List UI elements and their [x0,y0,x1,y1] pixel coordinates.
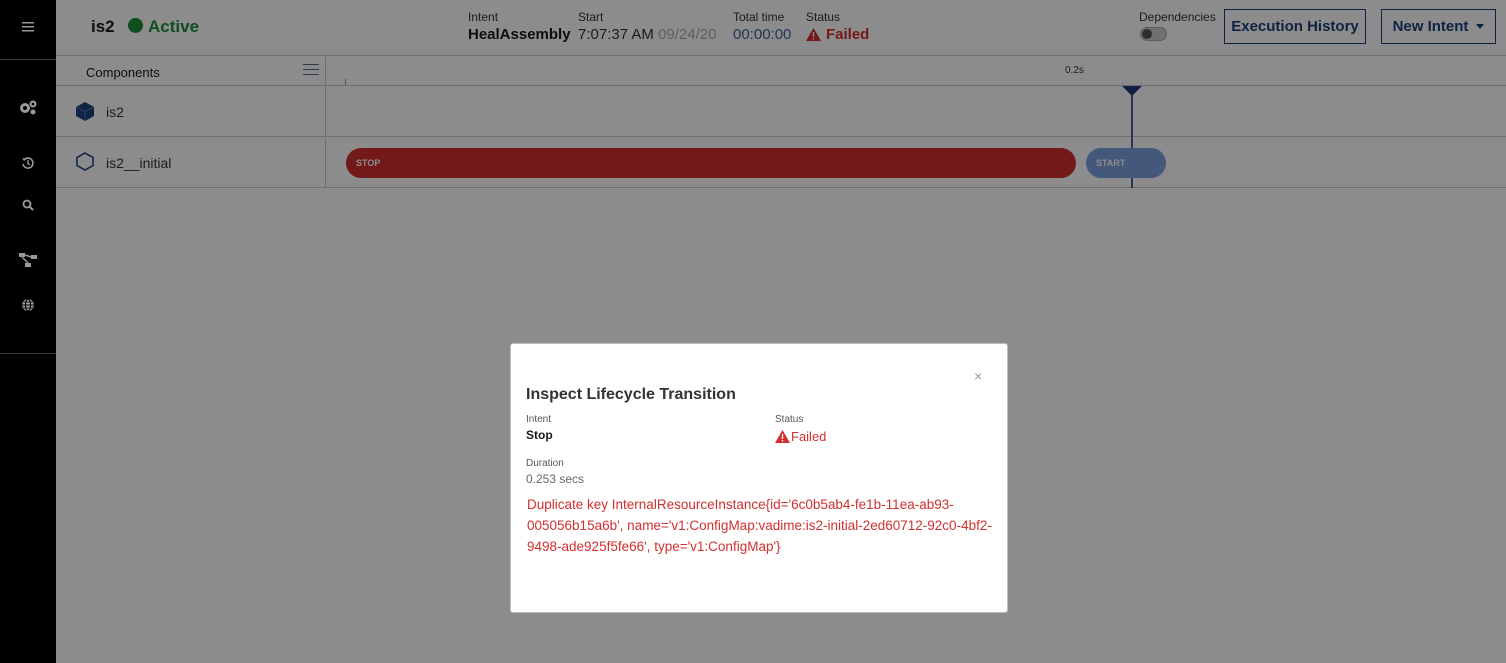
sidebar-divider [0,59,56,60]
hamburger-menu-icon[interactable] [0,14,56,40]
timeline-header: 0.2s [326,57,1506,86]
toggle-knob [1142,29,1152,39]
status-value-wrap: Failed [806,26,869,43]
chevron-down-icon [1476,24,1485,29]
assembly-status: Active [148,17,200,36]
component-name-cell: is2__initial [56,138,326,187]
intent-label: Intent [468,10,499,24]
dependencies-toggle[interactable] [1140,27,1167,41]
warning-icon [775,430,790,443]
modal-duration-value: 0.253 secs [526,472,585,486]
component-name: is2__initial [106,155,172,171]
assembly-name: is2 [91,17,115,36]
components-title: Components [86,65,160,80]
modal-intent-value: Stop [526,428,553,442]
intent-value: HealAssembly [468,26,571,43]
globe-icon[interactable] [0,295,56,315]
cube-outline-icon [76,152,94,171]
start-value: 7:07:37 AM 09/24/20 [578,26,716,43]
modal-status-label: Status [775,414,804,425]
start-time: 7:07:37 AM [578,26,654,43]
list-menu-icon[interactable] [303,64,319,78]
modal-status-wrap: Failed [775,429,826,444]
warning-icon [806,28,821,41]
assembly-header: is2 Active Intent HealAssembly Start 7:0… [56,0,1506,56]
cube-filled-icon [76,102,94,121]
execution-history-button[interactable]: Execution History [1224,9,1366,44]
timeline-marker[interactable] [1122,86,1142,96]
modal-status-value: Failed [791,429,827,444]
new-intent-label: New Intent [1392,18,1469,35]
close-icon[interactable]: × [974,368,982,384]
modal-title: Inspect Lifecycle Transition [526,386,736,403]
history-icon[interactable] [0,153,56,173]
start-label: Start [578,10,604,24]
timeline-tick [345,79,346,85]
components-header: Components [56,57,326,86]
start-date: 09/24/20 [658,26,717,43]
component-row[interactable]: is2 [56,87,1506,137]
gears-icon[interactable] [0,96,56,118]
total-time-label: Total time [733,10,785,24]
modal-duration-label: Duration [526,458,564,469]
total-time-value: 00:00:00 [733,26,792,43]
new-intent-button[interactable]: New Intent [1381,9,1496,44]
component-name: is2 [106,104,124,120]
error-message: Duplicate key InternalResourceInstance{i… [527,497,992,554]
active-status-dot [128,18,143,33]
status-label: Status [806,10,841,24]
dependencies-label: Dependencies [1139,10,1216,24]
component-name-cell: is2 [56,87,326,136]
modal-intent-label: Intent [526,414,552,425]
inspect-transition-modal: × Inspect Lifecycle Transition Intent St… [510,343,1008,613]
sidebar-divider [0,353,56,354]
start-transition-bar[interactable]: START [1086,148,1166,178]
sidebar [0,0,56,663]
status-value: Failed [826,26,870,43]
topology-icon[interactable] [0,250,56,270]
search-icon[interactable] [0,195,56,215]
stop-transition-bar[interactable]: STOP [346,148,1076,178]
timeline-tick-label: 0.2s [1065,65,1084,76]
